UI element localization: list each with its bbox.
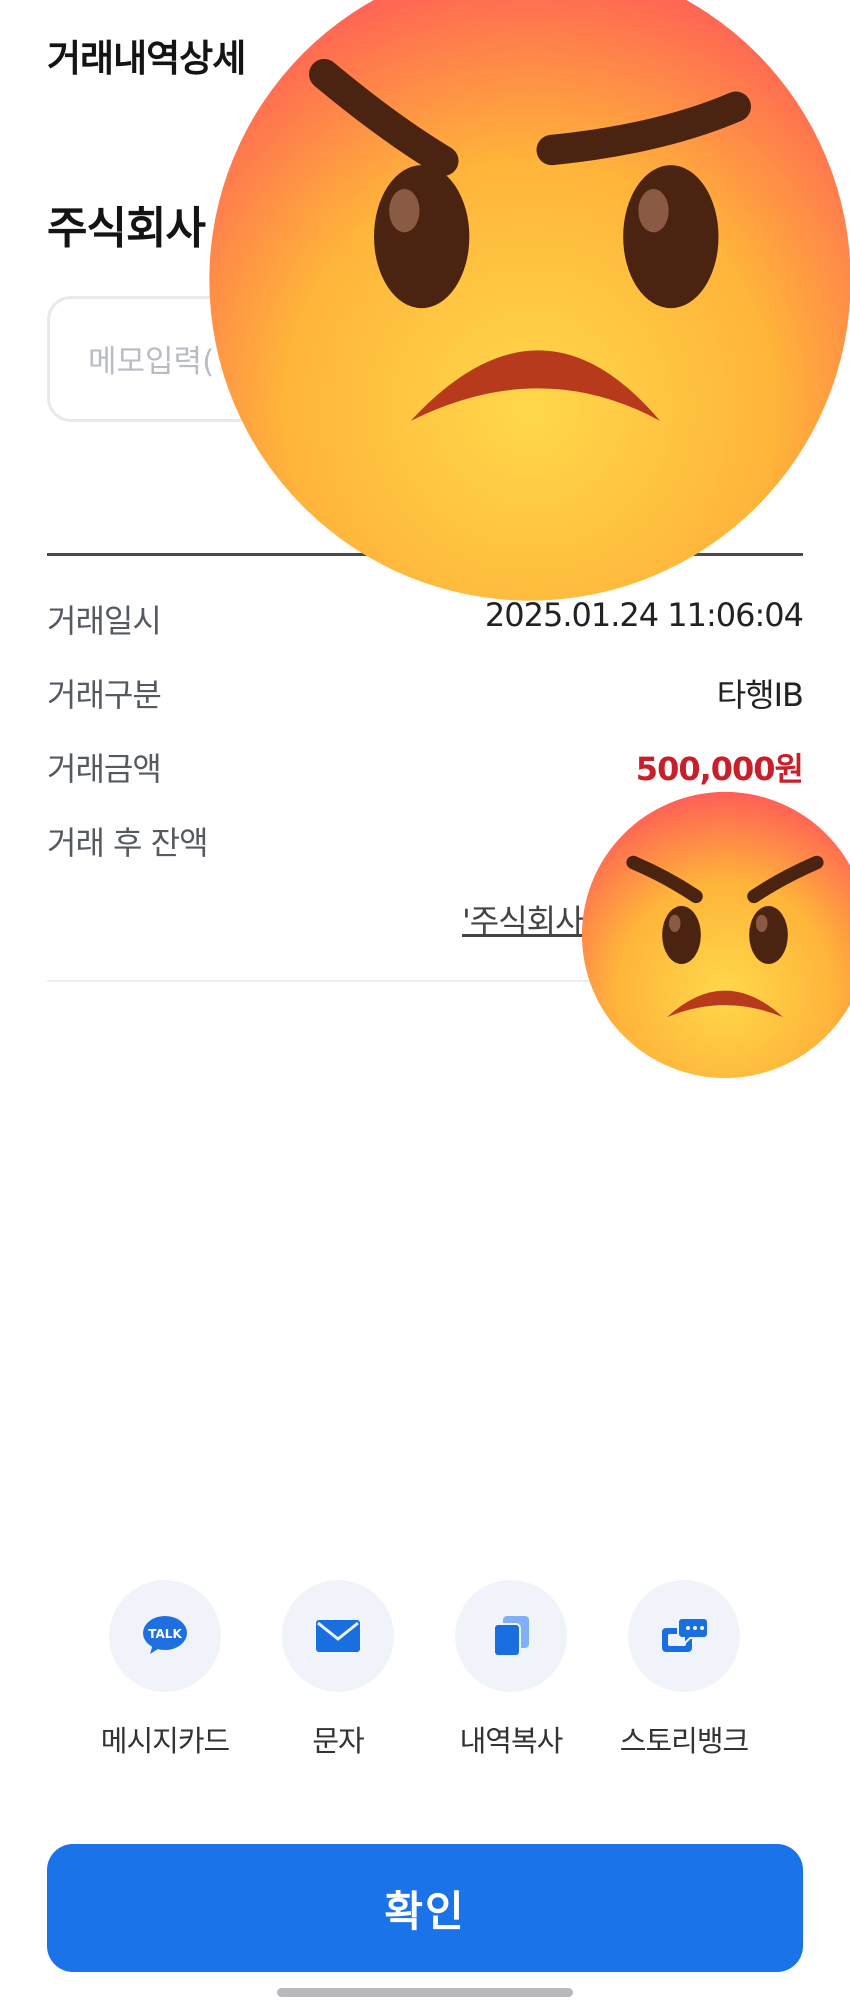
detail-label-type: 거래구분 — [47, 676, 162, 714]
detail-label-amount: 거래금액 — [47, 750, 162, 788]
angry-face-emoji — [209, 0, 850, 601]
share-icon-circle: TALK — [109, 1580, 221, 1692]
copy-icon — [493, 1616, 529, 1657]
mail-icon — [316, 1620, 360, 1652]
share-label: 문자 — [312, 1724, 364, 1758]
kakao-talk-icon-text: TALK — [148, 1627, 182, 1641]
share-copy-button[interactable]: 내역복사 — [431, 1580, 591, 1760]
storybank-icon — [662, 1617, 709, 1652]
detail-value-amount: 500,000원 — [635, 750, 804, 788]
share-storybank-button[interactable]: 스토리뱅크 — [604, 1580, 764, 1760]
share-label: 내역복사 — [459, 1724, 564, 1758]
home-indicator — [277, 1988, 573, 1997]
detail-label-balance: 거래 후 잔액 — [47, 824, 209, 862]
kakao-talk-icon: TALK — [143, 1616, 187, 1654]
share-label: 메시지카드 — [100, 1724, 230, 1758]
share-icon-circle — [282, 1580, 394, 1692]
share-sms-button[interactable]: 문자 — [258, 1580, 418, 1760]
share-icon-circle — [628, 1580, 740, 1692]
account-title: 주식회사 — [47, 203, 206, 254]
counterparty-memo-link[interactable]: '주식회사 — [462, 896, 585, 942]
detail-label-date: 거래일시 — [47, 602, 162, 640]
share-message-card-button[interactable]: TALK 메시지카드 — [85, 1580, 245, 1760]
angry-face-emoji — [581, 791, 850, 1079]
confirm-button[interactable]: 확인 — [47, 1844, 803, 1972]
share-icon-circle — [455, 1580, 567, 1692]
share-label: 스토리뱅크 — [619, 1724, 749, 1758]
detail-value-type: 타행IB — [716, 676, 804, 714]
